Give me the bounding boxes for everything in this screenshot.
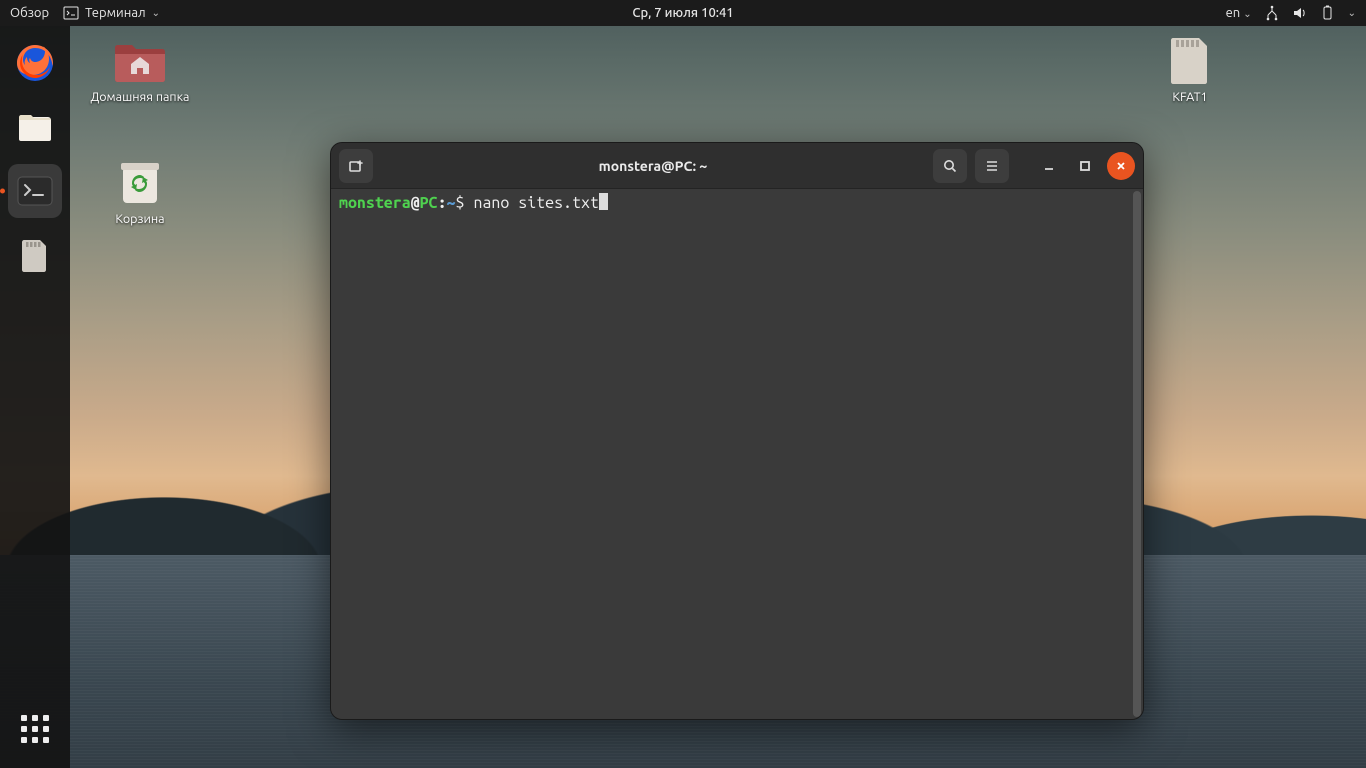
terminal-command-text: nano sites.txt bbox=[473, 194, 598, 212]
chevron-down-icon: ⌄ bbox=[1243, 8, 1251, 19]
network-icon[interactable] bbox=[1264, 5, 1280, 21]
top-bar: Обзор Терминал ⌄ Ср, 7 июля 10:41 en ⌄ ⌄ bbox=[0, 0, 1366, 26]
terminal-window: monstera@PC: ~ monstera@PC:~$ nano sites… bbox=[330, 142, 1144, 720]
app-menu-label: Терминал bbox=[85, 6, 145, 20]
folder-home-icon bbox=[111, 36, 169, 84]
dock-item-sdcard[interactable] bbox=[8, 228, 62, 282]
terminal-titlebar[interactable]: monstera@PC: ~ bbox=[331, 143, 1143, 189]
close-button[interactable] bbox=[1107, 152, 1135, 180]
dock-item-firefox[interactable] bbox=[8, 36, 62, 90]
desktop-icon-label: Домашняя папка bbox=[80, 90, 200, 106]
menu-button[interactable] bbox=[975, 149, 1009, 183]
prompt-host: PC bbox=[420, 194, 438, 212]
dock bbox=[0, 26, 70, 768]
desktop-icon-home[interactable]: Домашняя папка bbox=[80, 36, 200, 106]
terminal-cursor bbox=[599, 193, 608, 210]
terminal-body[interactable]: monstera@PC:~$ nano sites.txt bbox=[331, 189, 1143, 719]
prompt-path: ~ bbox=[447, 194, 456, 212]
input-language[interactable]: en ⌄ bbox=[1226, 6, 1252, 20]
sdcard-icon bbox=[16, 236, 54, 274]
close-icon bbox=[1115, 160, 1127, 172]
prompt-colon: : bbox=[438, 194, 447, 212]
app-menu[interactable]: Терминал ⌄ bbox=[63, 5, 160, 21]
power-icon[interactable] bbox=[1320, 5, 1336, 21]
terminal-icon bbox=[14, 170, 56, 212]
window-title: monstera@PC: ~ bbox=[373, 158, 933, 174]
activities-button[interactable]: Обзор bbox=[10, 6, 49, 20]
new-tab-button[interactable] bbox=[339, 149, 373, 183]
files-icon bbox=[14, 106, 56, 148]
chevron-down-icon: ⌄ bbox=[152, 7, 160, 19]
firefox-icon bbox=[14, 42, 56, 84]
prompt-at: @ bbox=[411, 194, 420, 212]
search-icon bbox=[942, 158, 958, 174]
maximize-button[interactable] bbox=[1071, 152, 1099, 180]
desktop-icon-trash[interactable]: Корзина bbox=[80, 158, 200, 228]
terminal-icon bbox=[63, 5, 79, 21]
terminal-scrollbar[interactable] bbox=[1133, 191, 1141, 717]
search-button[interactable] bbox=[933, 149, 967, 183]
clock[interactable]: Ср, 7 июля 10:41 bbox=[632, 6, 733, 20]
minimize-icon bbox=[1043, 160, 1055, 172]
desktop-icon-sdcard[interactable]: KFAT1 bbox=[1130, 36, 1250, 106]
prompt-user: monstera bbox=[339, 194, 411, 212]
trash-icon bbox=[111, 158, 169, 206]
desktop-icon-label: KFAT1 bbox=[1130, 90, 1250, 106]
sdcard-icon bbox=[1161, 36, 1219, 84]
chevron-down-icon: ⌄ bbox=[1348, 7, 1356, 19]
apps-grid-icon bbox=[21, 715, 49, 743]
desktop-icon-label: Корзина bbox=[80, 212, 200, 228]
dock-item-files[interactable] bbox=[8, 100, 62, 154]
new-tab-icon bbox=[348, 158, 364, 174]
minimize-button[interactable] bbox=[1035, 152, 1063, 180]
maximize-icon bbox=[1079, 160, 1091, 172]
dock-item-terminal[interactable] bbox=[8, 164, 62, 218]
show-applications-button[interactable] bbox=[8, 702, 62, 756]
volume-icon[interactable] bbox=[1292, 5, 1308, 21]
input-language-label: en bbox=[1226, 6, 1241, 20]
hamburger-icon bbox=[984, 158, 1000, 174]
